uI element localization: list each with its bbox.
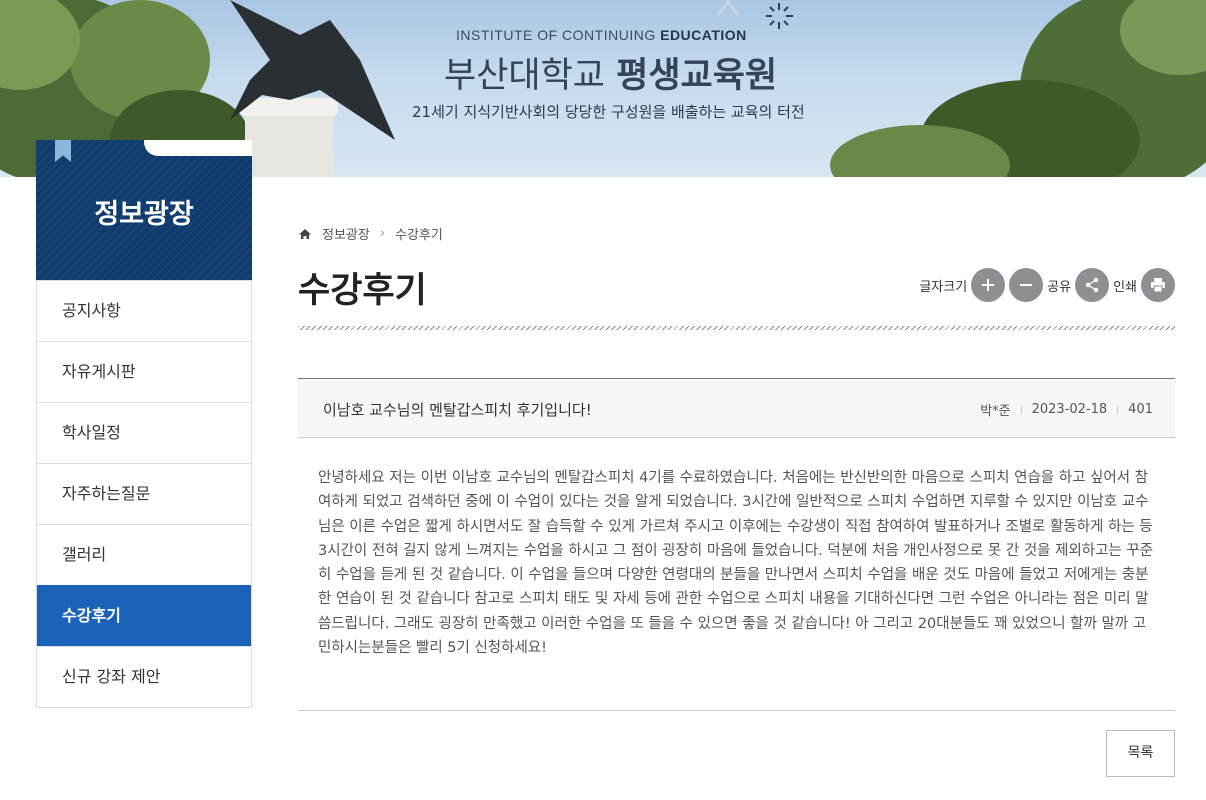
- print-button[interactable]: [1141, 268, 1175, 302]
- page-title: 수강후기: [298, 271, 427, 311]
- institute-slogan: 21세기 지식기반사회의 당당한 구성원을 배출하는 교육의 터전: [412, 103, 805, 121]
- breadcrumb: 정보광장 › 수강후기: [298, 224, 443, 243]
- home-icon[interactable]: [298, 227, 312, 241]
- sidebar-menu: 공지사항 자유게시판 학사일정 자주하는질문 갤러리 수강후기 신규 강좌 제안: [36, 280, 252, 708]
- sidebar-item-course-reviews[interactable]: 수강후기: [37, 585, 251, 646]
- font-increase-button[interactable]: [971, 268, 1006, 302]
- chevron-right-icon: ›: [379, 226, 386, 241]
- printer-icon: [1151, 278, 1165, 293]
- post-date: 2023-02-18: [1031, 402, 1108, 417]
- page-tools: 글자크기 공유 인쇄: [919, 268, 1175, 302]
- post-title: 이남호 교수님의 멘탈갑스피치 후기입니다!: [323, 401, 592, 419]
- plus-icon: [982, 279, 995, 291]
- font-decrease-button[interactable]: [1009, 268, 1044, 302]
- sidebar-header: 정보광장: [36, 140, 252, 280]
- post-body: 안녕하세요 저는 이번 이남호 교수님의 멘탈갑스피치 4기를 수료하였습니다.…: [318, 470, 1154, 657]
- post-author: 박*준: [980, 404, 1011, 419]
- share-button[interactable]: [1075, 268, 1110, 302]
- sidebar-item-free-board[interactable]: 자유게시판: [37, 341, 251, 402]
- list-button[interactable]: 목록: [1106, 730, 1175, 777]
- print-label: 인쇄: [1113, 279, 1137, 295]
- institute-english-name: INSTITUTE OF CONTINUING EDUCATION: [456, 27, 747, 43]
- share-label: 공유: [1047, 279, 1072, 295]
- breadcrumb-level1[interactable]: 정보광장: [322, 224, 370, 243]
- minus-icon: [1020, 284, 1033, 286]
- sidebar-item-academic-calendar[interactable]: 학사일정: [37, 402, 251, 463]
- sidebar-item-new-course-proposal[interactable]: 신규 강좌 제안: [37, 646, 251, 707]
- post-header: 이남호 교수님의 멘탈갑스피치 후기입니다! 박*준 2023-02-18 40…: [298, 378, 1175, 438]
- breadcrumb-level2[interactable]: 수강후기: [395, 224, 443, 243]
- title-divider: [298, 326, 1175, 330]
- institute-korean-name[interactable]: 부산대학교 평생교육원: [444, 47, 777, 98]
- sidebar-item-gallery[interactable]: 갤러리: [37, 524, 251, 585]
- content-divider: [298, 710, 1175, 711]
- font-size-label: 글자크기: [919, 279, 968, 295]
- sidebar-item-faq[interactable]: 자주하는질문: [37, 463, 251, 524]
- post-views: 401: [1128, 402, 1153, 417]
- post-meta: 박*준 2023-02-18 401: [980, 400, 1153, 419]
- sidebar-title: 정보광장: [94, 199, 194, 230]
- share-icon: [1085, 277, 1099, 293]
- bookmark-icon: [55, 140, 71, 162]
- sidebar-item-notice[interactable]: 공지사항: [37, 280, 251, 341]
